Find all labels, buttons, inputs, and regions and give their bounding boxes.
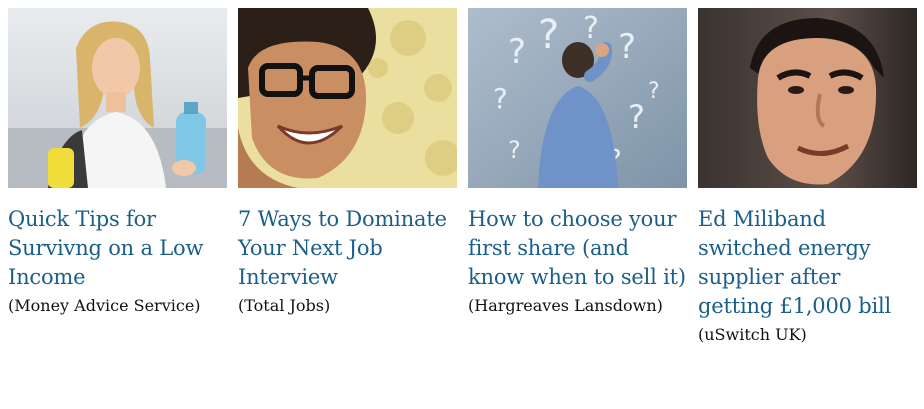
smiling-woman-glasses-icon	[238, 8, 457, 188]
man-question-marks-icon: ? ? ? ? ? ? ? ? ?	[468, 8, 687, 188]
man-portrait-icon	[698, 8, 917, 188]
woman-shopping-icon	[8, 8, 227, 188]
card-1-source: (Money Advice Service)	[8, 296, 201, 315]
sponsored-card-1[interactable]: Quick Tips for Survivng on a Low Income …	[8, 8, 227, 403]
card-4-headline[interactable]: Ed Miliband switched energy supplier aft…	[698, 205, 917, 321]
card-2-source: (Total Jobs)	[238, 296, 331, 315]
sponsored-card-3[interactable]: ? ? ? ? ? ? ? ? ? How to choose your fir…	[468, 8, 687, 403]
sponsored-links-grid: Quick Tips for Survivng on a Low Income …	[8, 8, 917, 403]
card-3-source: (Hargreaves Lansdown)	[468, 296, 663, 315]
svg-text:?: ?	[618, 27, 636, 67]
woman-shopping-image[interactable]	[8, 8, 227, 188]
card-4-source: (uSwitch UK)	[698, 325, 807, 344]
card-1-headline[interactable]: Quick Tips for Survivng on a Low Income	[8, 205, 227, 292]
svg-text:?: ?	[583, 11, 599, 46]
svg-text:?: ?	[648, 79, 660, 104]
smiling-woman-glasses-image[interactable]	[238, 8, 457, 188]
man-portrait-image[interactable]	[698, 8, 917, 188]
svg-text:?: ?	[538, 12, 559, 58]
svg-text:?: ?	[628, 98, 645, 136]
svg-text:?: ?	[508, 136, 521, 164]
sponsored-card-4[interactable]: Ed Miliband switched energy supplier aft…	[698, 8, 917, 403]
svg-text:?: ?	[493, 82, 508, 115]
sponsored-card-2[interactable]: 7 Ways to Dominate Your Next Job Intervi…	[238, 8, 457, 403]
svg-text:?: ?	[508, 32, 526, 72]
man-question-marks-image[interactable]: ? ? ? ? ? ? ? ? ?	[468, 8, 687, 188]
card-2-headline[interactable]: 7 Ways to Dominate Your Next Job Intervi…	[238, 205, 457, 292]
card-3-headline[interactable]: How to choose your first share (and know…	[468, 205, 687, 292]
